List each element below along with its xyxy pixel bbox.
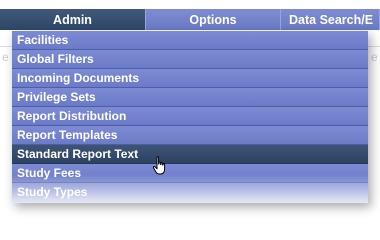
menu-item-privilege-sets[interactable]: Privilege Sets (12, 88, 368, 107)
admin-dropdown-menu: Facilities Global Filters Incoming Docum… (12, 31, 368, 203)
menu-item-study-fees[interactable]: Study Fees (12, 164, 368, 183)
menu-item-standard-report-text[interactable]: Standard Report Text (12, 145, 368, 164)
menu-item-incoming-documents[interactable]: Incoming Documents (12, 69, 368, 88)
page-divider (0, 46, 12, 47)
background-text-left: e (2, 50, 9, 64)
main-menu-bar: Admin Options Data Search/E (0, 9, 380, 30)
hand-pointer-icon (152, 156, 166, 175)
page-divider (368, 46, 380, 47)
menu-item-report-distribution[interactable]: Report Distribution (12, 107, 368, 126)
menu-item-report-templates[interactable]: Report Templates (12, 126, 368, 145)
menu-tab-options[interactable]: Options (146, 9, 281, 30)
menu-tab-admin[interactable]: Admin (0, 9, 146, 30)
menu-item-study-types[interactable]: Study Types (12, 183, 368, 202)
menu-item-global-filters[interactable]: Global Filters (12, 50, 368, 69)
menu-tab-data-search[interactable]: Data Search/E (281, 9, 380, 30)
background-text-right: e (371, 50, 378, 64)
menu-item-facilities[interactable]: Facilities (12, 31, 368, 50)
